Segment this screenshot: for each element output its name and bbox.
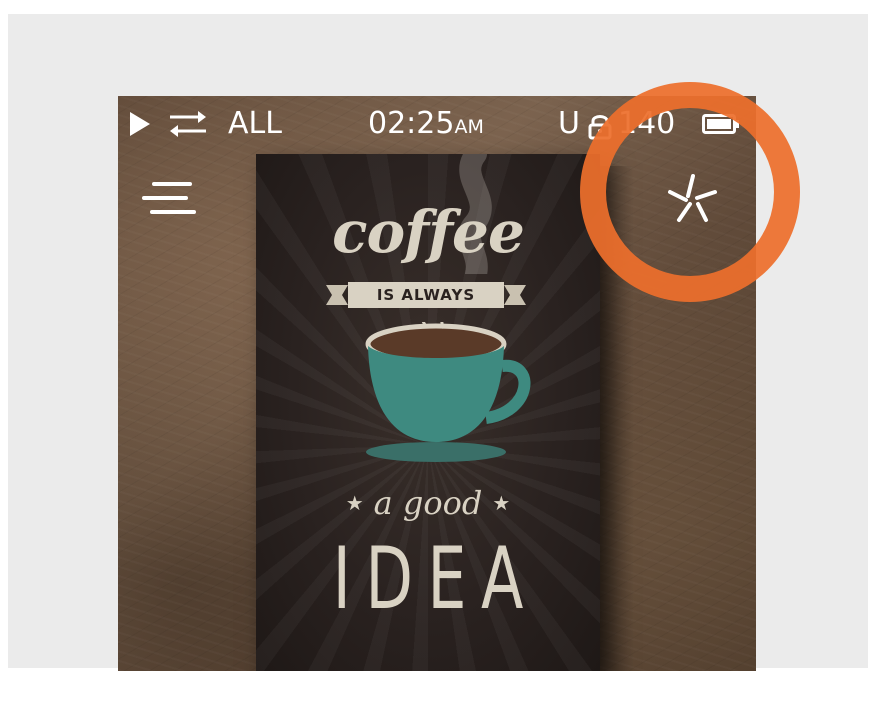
poster-text-idea: IDEA (332, 529, 538, 629)
poster-text-coffee: coffee (332, 198, 525, 266)
star-right: ★ (492, 491, 511, 515)
poster-text-a-good: a good (373, 484, 483, 522)
banner-ribbon (326, 282, 526, 308)
poster-text-good: ★ a good ★ (256, 484, 600, 522)
status-bar: ALL 02:25AM U 140 (118, 96, 756, 152)
star-effects-icon (668, 174, 717, 222)
repeat-mode-label: ALL (228, 106, 282, 141)
volume-level: 140 (618, 106, 676, 141)
player-screen: coffee IS ALWAYS ★ a good ★ IDEA ALL 02:… (118, 96, 756, 671)
clock-time: 02:25 (368, 106, 455, 141)
star-left: ★ (345, 491, 364, 515)
menu-button[interactable] (142, 178, 200, 222)
clock: 02:25AM (368, 104, 484, 147)
effects-button[interactable] (662, 168, 724, 230)
battery-icon (702, 114, 739, 134)
lock-icon (588, 115, 612, 140)
poster-shadow (594, 166, 634, 671)
usb-mode-label: U (558, 106, 580, 141)
coffee-cup-graphic (365, 322, 531, 462)
play-icon (130, 112, 150, 136)
repeat-icon (170, 111, 206, 137)
clock-suffix: AM (454, 116, 484, 138)
album-art: coffee IS ALWAYS ★ a good ★ IDEA (256, 154, 600, 671)
